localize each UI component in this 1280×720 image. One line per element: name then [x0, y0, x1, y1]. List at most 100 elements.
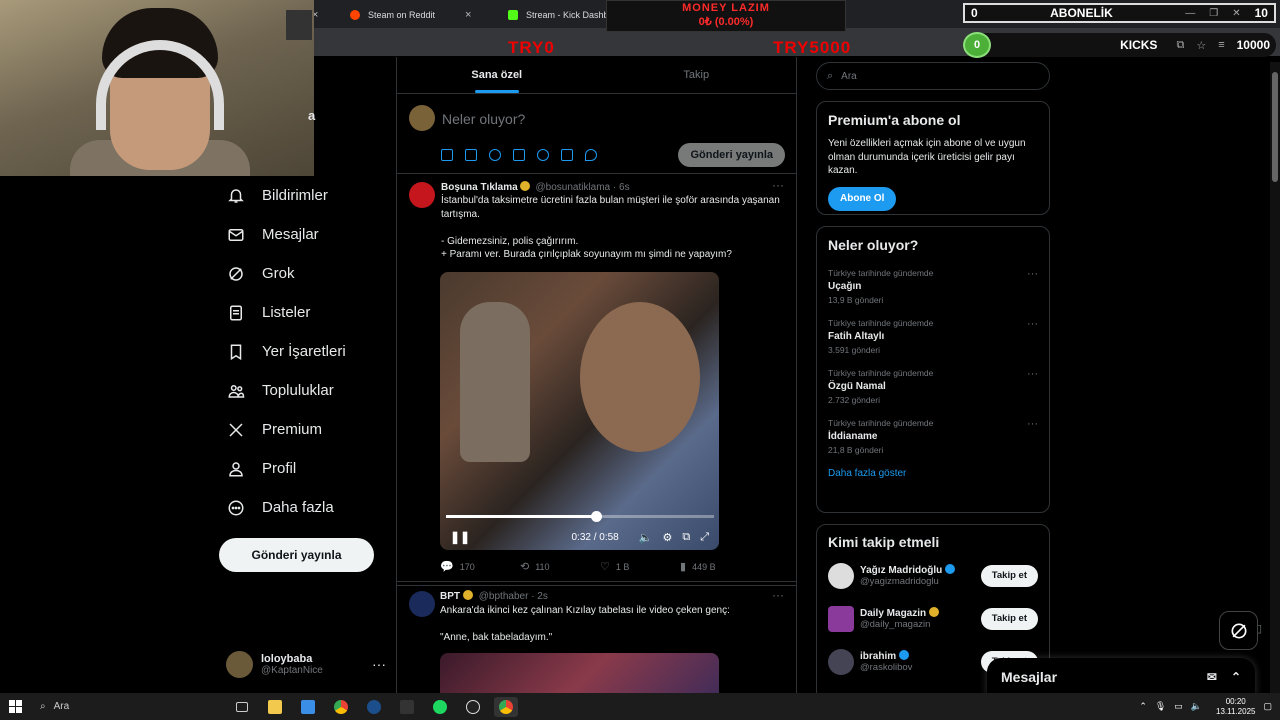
scrollbar[interactable]	[1270, 62, 1280, 694]
repost-button[interactable]: ⟲ 110	[520, 560, 600, 573]
follow-suggestion[interactable]: Yağız Madridoğlu @yagizmadridoglu Takip e…	[828, 554, 1038, 597]
more-icon[interactable]: ···	[772, 588, 784, 602]
subscribe-button[interactable]: Abone Ol	[828, 186, 897, 211]
post-handle[interactable]: @bosunatiklama	[535, 182, 610, 193]
video-progress-bar[interactable]	[446, 511, 714, 522]
store-icon[interactable]	[296, 697, 320, 717]
emoji-icon[interactable]	[537, 149, 549, 161]
chrome-active-icon[interactable]	[494, 696, 518, 717]
post-video[interactable]: ❚❚ 0:32 / 0:58 🔈 ⚙ ⧉ ⤢	[440, 272, 719, 550]
more-icon[interactable]: ···	[1027, 268, 1038, 280]
mic-icon[interactable]: 🎙	[1155, 701, 1166, 712]
queue-icon[interactable]: ≡	[1218, 39, 1224, 51]
post-handle[interactable]: @bpthaber	[479, 591, 529, 602]
more-icon[interactable]: ···	[1027, 368, 1038, 380]
sidebar-item-more[interactable]: Daha fazla	[218, 488, 388, 527]
sidebar-item-communities[interactable]: Topluluklar	[218, 371, 388, 410]
trend-item[interactable]: Türkiye tarihinde gündemde Özgü Namal 2.…	[828, 368, 1038, 405]
sidebar-item-premium[interactable]: Premium	[218, 410, 388, 449]
more-icon[interactable]: ···	[372, 656, 386, 672]
taskbar-search[interactable]: ⌕ Ara	[30, 693, 220, 720]
reply-button[interactable]: 💬 170	[440, 560, 520, 573]
cast-icon[interactable]: ⧉	[1176, 39, 1184, 52]
verified-icon	[519, 181, 530, 191]
more-icon[interactable]: ···	[772, 178, 784, 192]
reddit-icon	[350, 10, 360, 20]
image-icon[interactable]	[441, 149, 453, 161]
grok-icon[interactable]	[489, 149, 501, 161]
sidebar-item-label: Premium	[262, 421, 323, 438]
sidebar-item-notifications[interactable]: Bildirimler	[218, 176, 388, 215]
fullscreen-icon[interactable]: ⤢	[700, 531, 709, 544]
chevron-up-icon[interactable]: ⌃	[1231, 670, 1241, 684]
video-scrubber[interactable]	[591, 511, 603, 522]
follow-button[interactable]: Takip et	[980, 607, 1038, 630]
search-input[interactable]: ⌕ Ara	[816, 62, 1050, 90]
show-more-link[interactable]: Daha fazla göster	[828, 468, 1038, 479]
chevron-up-icon[interactable]: ⌃	[1139, 701, 1147, 712]
network-icon[interactable]: ▭	[1174, 701, 1183, 712]
follow-button[interactable]: Takip et	[980, 564, 1038, 587]
trend-item[interactable]: Türkiye tarihinde gündemde İddianame 21,…	[828, 418, 1038, 455]
schedule-icon[interactable]	[561, 149, 573, 161]
settings-icon[interactable]: ⚙	[662, 531, 672, 544]
follow-suggestion[interactable]: Daily Magazin @daily_magazin Takip et	[828, 597, 1038, 640]
try-right-label: TRY5000	[773, 38, 852, 57]
more-icon[interactable]: ···	[1027, 418, 1038, 430]
like-button[interactable]: ♡ 1 B	[600, 560, 680, 573]
post-author[interactable]: Boşuna Tıklama	[441, 182, 518, 193]
sidebar-item-bookmarks[interactable]: Yer İşaretleri	[218, 332, 388, 371]
taskbar-search-label: Ara	[53, 701, 70, 712]
start-button[interactable]	[0, 693, 30, 720]
sidebar-item-lists[interactable]: Listeler	[218, 293, 388, 332]
restore-icon[interactable]: ❐	[1209, 8, 1218, 19]
sidebar-item-messages[interactable]: Mesajlar	[218, 215, 388, 254]
sidebar-item-grok[interactable]: Grok	[218, 254, 388, 293]
post[interactable]: BPT @bpthaber · 2s ··· Ankara'da ikinci …	[397, 582, 796, 693]
compose-post-button[interactable]: Gönderi yayınla	[678, 143, 785, 167]
post-time[interactable]: · 2s	[531, 591, 548, 602]
task-view-icon[interactable]	[230, 697, 254, 717]
file-explorer-icon[interactable]	[263, 697, 287, 717]
sidebar-item-label: Daha fazla	[262, 499, 334, 516]
compose-input[interactable]: Neler oluyor?	[442, 111, 525, 127]
pip-icon[interactable]: ⧉	[682, 531, 690, 544]
steam-icon[interactable]	[362, 697, 386, 717]
star-icon[interactable]: ☆	[1196, 39, 1206, 52]
subscription-goal-bar: 0 ABONELİK — ❐ ✕ 10	[963, 3, 1276, 23]
gif-icon[interactable]	[465, 149, 477, 161]
messages-drawer[interactable]: Mesajlar ✉ ⌃	[987, 658, 1255, 696]
epic-games-icon[interactable]	[395, 697, 419, 717]
volume-icon[interactable]: 🔈	[1191, 701, 1202, 712]
account-switcher[interactable]: loloybaba @KaptanNice ···	[226, 648, 386, 680]
user-name: loloybaba	[261, 652, 313, 665]
location-icon[interactable]	[585, 149, 597, 161]
notification-icon[interactable]: ▢	[1263, 701, 1272, 712]
post-author[interactable]: BPT	[440, 591, 460, 602]
pause-icon[interactable]: ❚❚	[450, 530, 470, 544]
minimize-icon[interactable]: —	[1185, 8, 1195, 19]
chrome-icon[interactable]	[329, 697, 353, 717]
grok-button[interactable]	[1219, 611, 1258, 650]
post-button[interactable]: Gönderi yayınla	[219, 538, 374, 572]
close-icon[interactable]: ×	[465, 9, 471, 21]
search-placeholder: Ara	[841, 70, 857, 82]
new-message-icon[interactable]: ✉	[1207, 670, 1217, 684]
volume-icon[interactable]: 🔈	[639, 531, 653, 544]
close-icon[interactable]: ✕	[1232, 8, 1240, 19]
more-icon[interactable]: ···	[1027, 318, 1038, 330]
obs-icon[interactable]	[461, 697, 485, 717]
sidebar-item-profile[interactable]: Profil	[218, 449, 388, 488]
clock[interactable]: 00:20 13.11.2025	[1216, 697, 1255, 717]
avatar	[828, 605, 854, 632]
poll-icon[interactable]	[513, 149, 525, 161]
spotify-icon[interactable]	[428, 697, 452, 717]
post-time[interactable]: · 6s	[613, 182, 630, 193]
views-button[interactable]: ▮ 449 B	[680, 560, 760, 573]
trend-item[interactable]: Türkiye tarihinde gündemde Uçağın 13,9 B…	[828, 268, 1038, 305]
tab-following[interactable]: Takip	[597, 57, 797, 93]
post-video[interactable]	[440, 653, 719, 693]
tab-for-you[interactable]: Sana özel	[397, 57, 597, 93]
trend-item[interactable]: Türkiye tarihinde gündemde Fatih Altaylı…	[828, 318, 1038, 355]
browser-tab-reddit[interactable]: Steam on Reddit ×	[350, 4, 500, 26]
